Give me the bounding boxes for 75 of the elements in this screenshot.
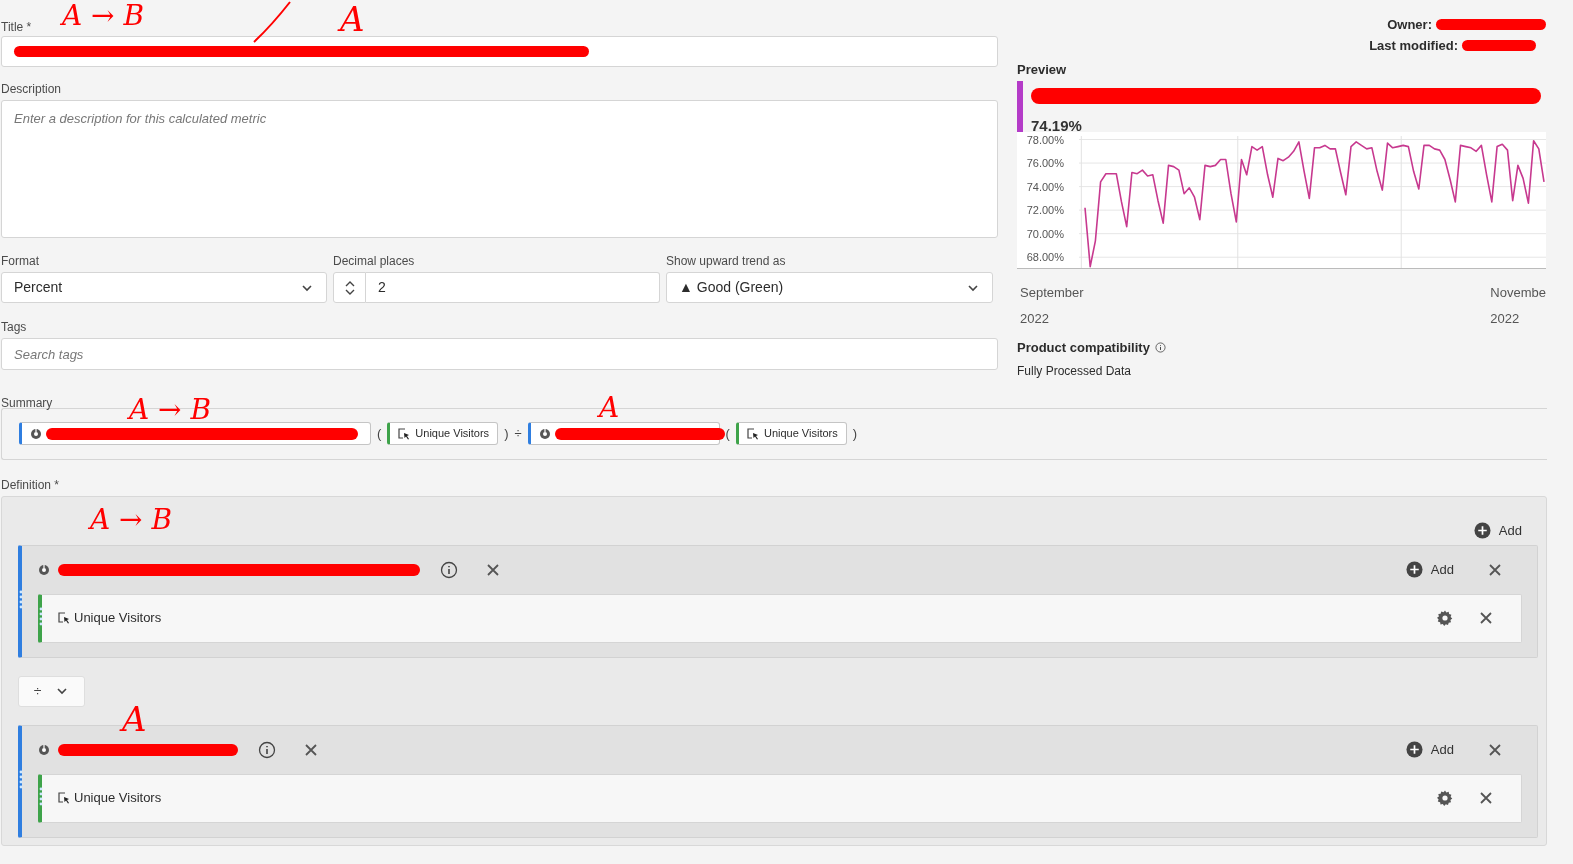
segment-icon	[38, 743, 50, 756]
info-icon[interactable]	[258, 740, 276, 759]
up-down-icon	[344, 279, 355, 296]
compatibility-heading: Product compatibility	[1017, 339, 1150, 357]
metric-chip[interactable]: Unique Visitors	[387, 422, 499, 445]
metric-value: 74.19%	[1031, 116, 1083, 136]
handwritten-note: A → B	[90, 505, 173, 534]
owner-label: Owner:	[1387, 15, 1432, 34]
settings-icon[interactable]	[1437, 610, 1453, 626]
segment-icon	[538, 427, 551, 440]
close-icon[interactable]	[1488, 562, 1502, 577]
title-field[interactable]	[1, 36, 998, 67]
pen-stroke	[252, 0, 292, 44]
metric-chip[interactable]: Unique Visitors	[735, 422, 847, 445]
field-label: Description	[1, 81, 62, 98]
description-field[interactable]: Enter a description for this calculated metric	[1, 100, 998, 238]
tags-field[interactable]: Search tags	[1, 338, 998, 370]
field-label: Tags	[1, 319, 27, 336]
add-button[interactable]: Add	[1405, 739, 1454, 760]
operator-select[interactable]: ÷	[18, 675, 85, 707]
field-label: Decimal places	[333, 253, 415, 270]
axis-tick-label: 68.00%	[1026, 251, 1064, 264]
parenthesis: )	[852, 424, 858, 443]
axis-tick-label: 76.00%	[1026, 157, 1064, 170]
add-icon	[1405, 561, 1423, 578]
field-label: Summary	[1, 394, 53, 408]
last-modified-label: Last modified:	[1369, 36, 1458, 55]
segment-chip[interactable]	[19, 422, 371, 445]
decimal-places-field[interactable]: 2	[366, 272, 660, 303]
metric-icon	[398, 427, 411, 440]
field-label: Show upward trend as	[666, 253, 786, 270]
add-icon	[1473, 522, 1491, 540]
close-icon[interactable]	[486, 562, 500, 577]
close-icon[interactable]	[304, 742, 318, 757]
info-icon[interactable]	[1154, 342, 1166, 354]
axis-month-label: Novembe	[1490, 284, 1546, 302]
metric-row[interactable]: Unique Visitors	[38, 593, 1522, 643]
metric-icon	[746, 427, 759, 440]
add-button[interactable]: Add	[1405, 559, 1454, 580]
metric-name: Unique Visitors	[74, 789, 162, 808]
handwritten-note: A → B	[62, 2, 145, 30]
parenthesis: (	[725, 424, 730, 443]
format-select[interactable]: Percent	[1, 272, 327, 303]
metric-row[interactable]: Unique Visitors	[38, 773, 1522, 823]
axis-tick-label: 72.00%	[1026, 204, 1064, 217]
parenthesis: )	[504, 424, 509, 443]
metric-icon	[58, 792, 70, 804]
add-icon	[1405, 741, 1423, 758]
add-button[interactable]: Add	[1473, 521, 1522, 541]
divide-operator: ÷	[514, 424, 522, 443]
axis-tick-label: 74.00%	[1026, 180, 1064, 193]
stepper-button[interactable]	[333, 272, 366, 303]
close-icon[interactable]	[1488, 742, 1502, 757]
field-label: Title *	[1, 19, 32, 36]
trend-select[interactable]: ▲ Good (Green)	[666, 272, 993, 303]
axis-month-label: September	[1020, 284, 1084, 302]
info-icon[interactable]	[440, 560, 458, 579]
handwritten-note: A → B	[129, 395, 212, 424]
axis-tick-label: 78.00%	[1026, 133, 1064, 146]
field-label: Format	[1, 253, 39, 270]
axis-tick-label: 70.00%	[1026, 227, 1064, 240]
axis-year-label: 2022	[1020, 309, 1050, 328]
segment-icon	[30, 427, 42, 440]
axis-year-label: 2022	[1490, 309, 1521, 328]
segment-icon	[38, 563, 50, 576]
preview-heading: Preview	[1017, 60, 1068, 79]
close-icon[interactable]	[1479, 611, 1493, 625]
compatibility-value: Fully Processed Data	[1017, 362, 1133, 380]
metric-icon	[58, 612, 70, 624]
parenthesis: (	[377, 424, 382, 443]
settings-icon[interactable]	[1437, 790, 1453, 806]
handwritten-note: A	[599, 393, 620, 422]
field-label: Definition *	[1, 476, 60, 494]
metric-name: Unique Visitors	[74, 609, 162, 628]
close-icon[interactable]	[1479, 791, 1493, 805]
